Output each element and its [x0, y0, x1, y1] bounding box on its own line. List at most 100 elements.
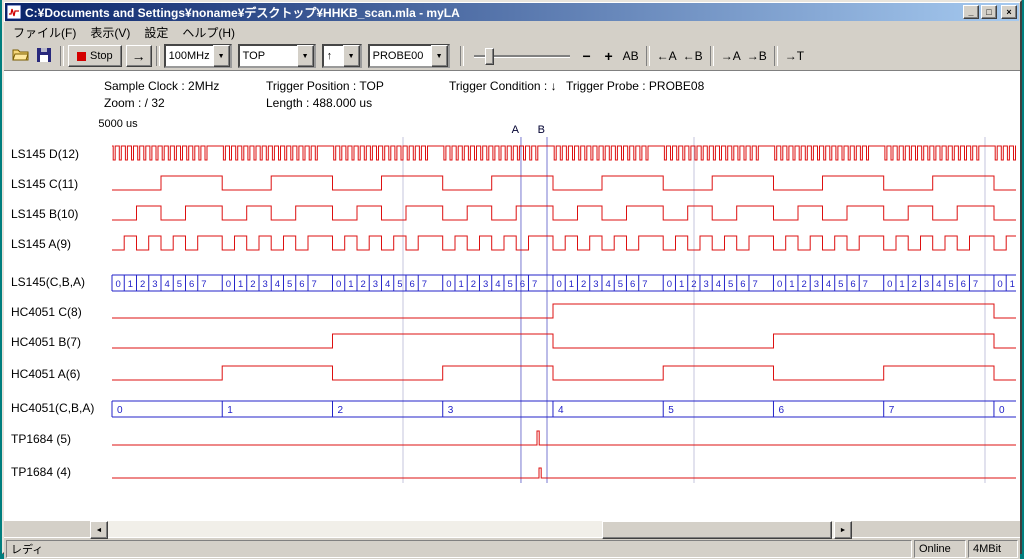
horizontal-scrollbar[interactable]: ◄ ►	[90, 521, 852, 537]
svg-text:B: B	[538, 124, 545, 136]
scrollbar-track[interactable]	[108, 521, 834, 537]
svg-text:4: 4	[495, 279, 500, 290]
svg-text:2: 2	[581, 279, 586, 290]
stop-icon	[77, 52, 86, 61]
minimize-button[interactable]: _	[963, 5, 979, 19]
svg-text:1: 1	[227, 405, 233, 416]
svg-text:5: 5	[948, 279, 953, 290]
svg-text:1: 1	[789, 279, 794, 290]
goto-b-left-button[interactable]: ←B	[680, 45, 706, 67]
svg-text:7: 7	[532, 279, 537, 290]
svg-text:4: 4	[164, 279, 169, 290]
titlebar: C:¥Documents and Settings¥noname¥デスクトップ¥…	[5, 3, 1019, 21]
menubar: ファイル(F) 表示(V) 設定 ヘルプ(H)	[4, 22, 1020, 42]
svg-text:1: 1	[238, 279, 243, 290]
scroll-left-icon[interactable]: ◄	[90, 521, 108, 539]
status-message: レディ	[6, 540, 912, 558]
trigger-probe-combo[interactable]: PROBE00 ▼	[368, 44, 450, 68]
chevron-down-icon[interactable]: ▼	[343, 45, 360, 67]
menu-view[interactable]: 表示(V)	[83, 22, 137, 43]
sample-clock-combo[interactable]: 100MHz ▼	[164, 44, 232, 68]
svg-text:A: A	[512, 124, 520, 136]
ab-button[interactable]: AB	[620, 45, 642, 67]
toolbar: Stop → 100MHz ▼ TOP ▼ ↑ ▼ PROBE00 ▼ − + …	[4, 42, 1020, 71]
trigger-edge-combo[interactable]: ↑ ▼	[322, 44, 362, 68]
folder-open-icon	[12, 48, 29, 64]
length-text: Length : 488.000 us	[266, 96, 372, 110]
svg-text:4: 4	[385, 279, 390, 290]
channel-label: LS145(C,B,A)	[11, 275, 111, 289]
save-button[interactable]	[32, 45, 56, 67]
close-button[interactable]: ×	[1001, 5, 1017, 19]
channel-label: HC4051(C,B,A)	[11, 401, 111, 415]
scroll-row: ◄ ►	[4, 521, 1020, 537]
goto-b-right-button[interactable]: →B	[744, 45, 770, 67]
channel-label: HC4051 A(6)	[11, 367, 111, 381]
toolbar-separator	[646, 46, 650, 66]
svg-text:1: 1	[1010, 279, 1015, 290]
trigger-position-combo[interactable]: TOP ▼	[238, 44, 316, 68]
channel-label: HC4051 C(8)	[11, 305, 111, 319]
menu-file[interactable]: ファイル(F)	[6, 22, 83, 43]
svg-text:3: 3	[814, 279, 819, 290]
chevron-down-icon[interactable]: ▼	[297, 45, 314, 67]
svg-text:2: 2	[691, 279, 696, 290]
svg-text:0: 0	[336, 279, 341, 290]
goto-a-right-button[interactable]: →A	[718, 45, 744, 67]
svg-text:6: 6	[630, 279, 635, 290]
channel-label: TP1684 (4)	[11, 465, 111, 479]
svg-text:1: 1	[899, 279, 904, 290]
zoom-in-button[interactable]: +	[598, 45, 620, 67]
stop-button[interactable]: Stop	[68, 45, 122, 67]
scrollbar-thumb[interactable]	[602, 521, 833, 539]
channel-label: LS145 D(12)	[11, 147, 111, 161]
run-button[interactable]: →	[126, 45, 152, 67]
menu-help[interactable]: ヘルプ(H)	[175, 22, 242, 43]
svg-text:2: 2	[801, 279, 806, 290]
svg-text:0: 0	[997, 279, 1002, 290]
goto-trigger-button[interactable]: →T	[782, 45, 807, 67]
channel-label: HC4051 B(7)	[11, 335, 111, 349]
zoom-out-button[interactable]: −	[576, 45, 598, 67]
zoom-text: Zoom : / 32	[104, 96, 165, 110]
svg-text:5000 us: 5000 us	[98, 118, 138, 130]
svg-text:3: 3	[373, 279, 378, 290]
svg-text:2: 2	[140, 279, 145, 290]
open-file-button[interactable]	[8, 45, 32, 67]
svg-text:7: 7	[752, 279, 757, 290]
maximize-button[interactable]: □	[981, 5, 997, 19]
svg-text:0: 0	[887, 279, 892, 290]
svg-text:7: 7	[642, 279, 647, 290]
svg-text:5: 5	[668, 405, 674, 416]
svg-text:0: 0	[667, 279, 672, 290]
svg-text:3: 3	[152, 279, 157, 290]
svg-text:2: 2	[471, 279, 476, 290]
svg-text:5: 5	[728, 279, 733, 290]
svg-text:1: 1	[128, 279, 133, 290]
chevron-down-icon[interactable]: ▼	[431, 45, 448, 67]
chevron-down-icon[interactable]: ▼	[213, 45, 230, 67]
waveform-canvas[interactable]: AB5000 us0123456701234567012345670123456…	[4, 115, 1020, 497]
svg-text:7: 7	[973, 279, 978, 290]
scroll-right-icon[interactable]: ►	[834, 521, 852, 539]
goto-a-left-button[interactable]: ←A	[654, 45, 680, 67]
svg-text:7: 7	[311, 279, 316, 290]
slider-thumb[interactable]	[485, 48, 494, 65]
toolbar-separator	[774, 46, 778, 66]
svg-text:2: 2	[250, 279, 255, 290]
svg-text:5: 5	[177, 279, 182, 290]
svg-text:2: 2	[337, 405, 343, 416]
zoom-slider[interactable]	[474, 46, 570, 66]
status-memory: 4MBit	[968, 540, 1018, 558]
svg-text:3: 3	[262, 279, 267, 290]
trigger-position-text: Trigger Position : TOP	[266, 79, 384, 93]
svg-text:5: 5	[618, 279, 623, 290]
trigger-condition-text: Trigger Condition : ↓	[449, 79, 557, 93]
toolbar-separator	[60, 46, 64, 66]
svg-text:2: 2	[360, 279, 365, 290]
svg-text:6: 6	[189, 279, 194, 290]
menu-settings[interactable]: 設定	[137, 22, 175, 43]
svg-text:0: 0	[556, 279, 561, 290]
svg-text:0: 0	[999, 405, 1005, 416]
svg-text:6: 6	[778, 405, 784, 416]
